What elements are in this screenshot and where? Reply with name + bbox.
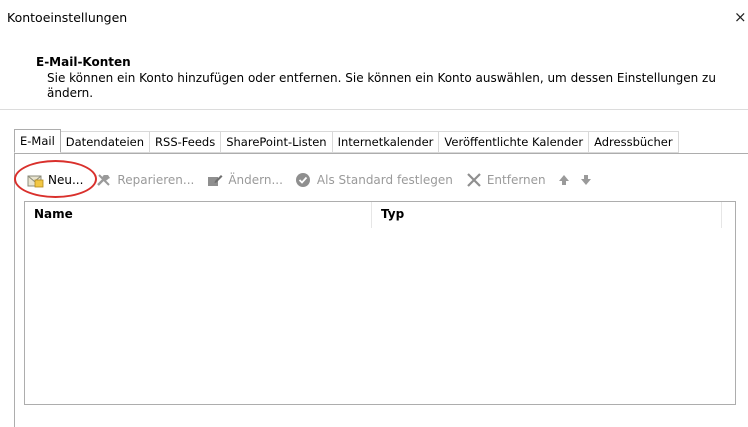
repair-button[interactable]: Reparieren... — [95, 170, 194, 190]
remove-label: Entfernen — [486, 173, 546, 187]
change-label: Ändern... — [228, 173, 283, 187]
set-default-button[interactable]: Als Standard festlegen — [295, 170, 453, 190]
column-header-type[interactable]: Typ — [381, 207, 404, 221]
tab-email[interactable]: E-Mail — [14, 129, 61, 153]
tab-datendateien[interactable]: Datendateien — [59, 131, 151, 153]
change-icon — [208, 175, 223, 186]
column-divider — [721, 202, 722, 228]
repair-label: Reparieren... — [117, 173, 195, 187]
move-up-button[interactable] — [558, 170, 574, 190]
tab-veroeffentlichte-kalender[interactable]: Veröffentlichte Kalender — [438, 131, 590, 153]
account-list[interactable]: Name Typ — [24, 201, 736, 405]
column-header-name[interactable]: Name — [34, 207, 73, 221]
tab-strip: E-Mail Datendateien RSS-Feeds SharePoint… — [14, 129, 748, 153]
list-header: Name Typ — [25, 202, 735, 228]
remove-button[interactable]: Entfernen — [465, 170, 546, 190]
change-button[interactable]: Ändern... — [206, 170, 283, 190]
arrow-up-icon — [558, 175, 569, 185]
tab-rss-feeds[interactable]: RSS-Feeds — [149, 131, 222, 153]
remove-x-icon — [467, 173, 481, 187]
tab-internetkalender[interactable]: Internetkalender — [331, 131, 440, 153]
column-divider — [371, 202, 372, 228]
section-description: Sie können ein Konto hinzufügen oder ent… — [47, 71, 716, 100]
toolbar: Neu... Reparieren... Ändern... Als Stand… — [26, 170, 608, 190]
section-heading: E-Mail-Konten — [36, 55, 131, 69]
window-title: Kontoeinstellungen — [7, 10, 128, 25]
new-account-label: Neu... — [48, 173, 84, 187]
close-icon[interactable]: × — [734, 8, 747, 26]
new-account-icon — [27, 175, 44, 188]
tab-adressbuecher[interactable]: Adressbücher — [588, 131, 679, 153]
new-account-button[interactable]: Neu... — [26, 170, 83, 190]
tab-sharepoint-listen[interactable]: SharePoint-Listen — [220, 131, 333, 153]
divider — [0, 109, 748, 110]
checkmark-circle-icon — [295, 173, 310, 187]
set-default-label: Als Standard festlegen — [316, 173, 453, 187]
arrow-down-icon — [580, 175, 591, 185]
move-down-button[interactable] — [580, 170, 596, 190]
tools-icon — [97, 174, 111, 186]
